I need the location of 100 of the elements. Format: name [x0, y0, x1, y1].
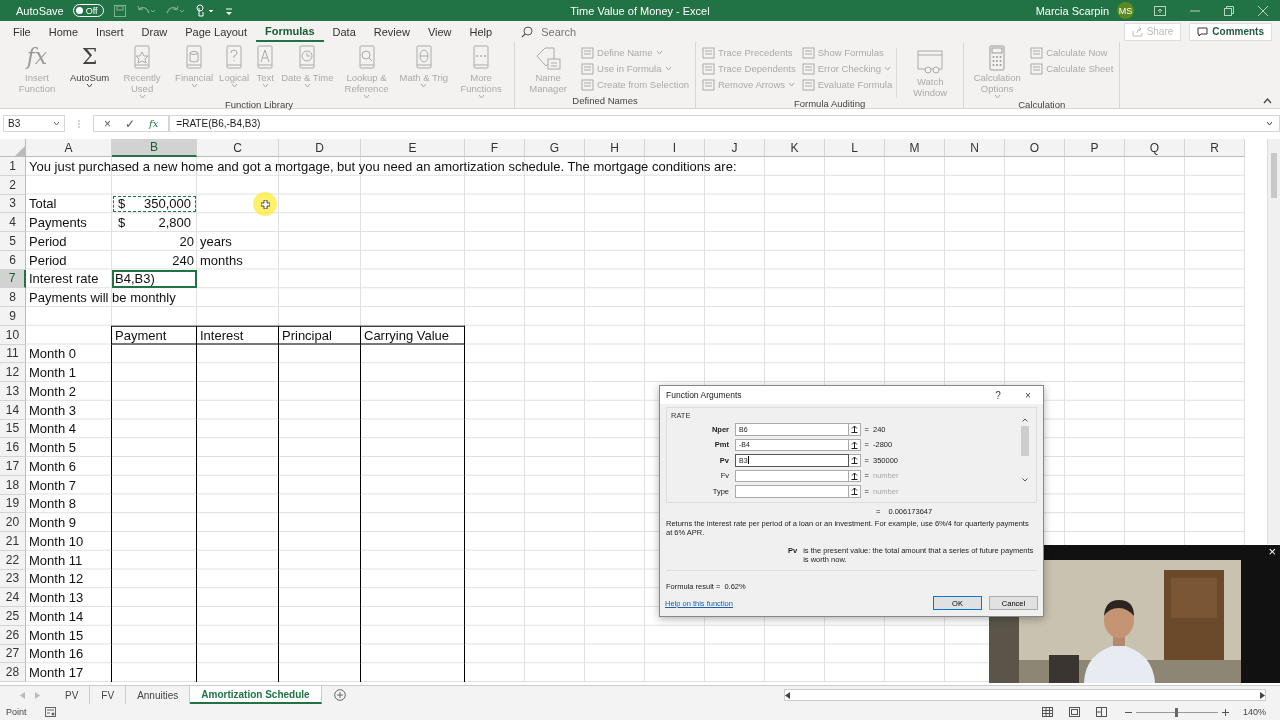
column-header[interactable]: R: [1185, 139, 1245, 157]
group-label: Defined Names: [571, 95, 639, 108]
cancel-button[interactable]: ×: [104, 116, 111, 131]
row-header[interactable]: 16: [0, 438, 26, 457]
sheet-cell-text: Month 11: [28, 551, 84, 570]
ribbon-tab[interactable]: View: [418, 21, 461, 42]
column-header[interactable]: E: [361, 139, 465, 157]
zoom-in-icon[interactable]: [1221, 708, 1229, 716]
close-video-button[interactable]: ×: [1268, 545, 1276, 559]
row-header[interactable]: 25: [0, 607, 26, 626]
collapse-dialog-icon[interactable]: [851, 440, 858, 449]
user-name[interactable]: Marcia Scarpin: [1035, 4, 1109, 17]
horizontal-scrollbar[interactable]: [784, 689, 1266, 701]
enter-button[interactable]: ✓: [125, 116, 135, 131]
comments-button[interactable]: Comments: [1189, 22, 1272, 41]
macro-record-icon[interactable]: [44, 707, 56, 717]
column-header[interactable]: H: [585, 139, 645, 157]
ribbon-command[interactable]: Σ AutoSum: [68, 44, 112, 88]
vertical-scrollbar[interactable]: [1267, 139, 1280, 544]
database-book-icon: [184, 44, 205, 72]
column-header[interactable]: P: [1065, 139, 1125, 157]
row-header[interactable]: 12: [0, 363, 26, 382]
row-header[interactable]: 20: [0, 513, 26, 532]
page-layout-view-icon[interactable]: [1068, 707, 1080, 717]
row-header[interactable]: 8: [0, 288, 26, 307]
page-break-view-icon[interactable]: [1095, 707, 1107, 717]
ribbon-tab[interactable]: File: [4, 21, 40, 42]
collapse-dialog-icon[interactable]: [851, 425, 858, 434]
sheet-cell-text: Month 8: [28, 495, 77, 514]
ribbon-tab[interactable]: Data: [323, 21, 365, 42]
column-header[interactable]: M: [885, 139, 945, 157]
ribbon-tab[interactable]: Formulas: [256, 21, 324, 42]
ribbon-tab[interactable]: Review: [364, 21, 419, 42]
column-header[interactable]: F: [465, 139, 525, 157]
collapse-ribbon-icon[interactable]: [1263, 98, 1272, 104]
ribbon-display-icon[interactable]: [1154, 5, 1166, 16]
row-header[interactable]: 4: [0, 213, 26, 232]
row-header[interactable]: 17: [0, 457, 26, 476]
column-header[interactable]: O: [1005, 139, 1065, 157]
sheet-cell-text: Interest: [199, 326, 245, 345]
scroll-up-icon[interactable]: [1022, 418, 1028, 422]
formula-field[interactable]: =RATE(B6,-B4,B3): [169, 115, 1280, 132]
column-header[interactable]: G: [525, 139, 585, 157]
ribbon-tab[interactable]: Home: [39, 21, 88, 42]
window-title: Time Value of Money - Excel: [570, 4, 710, 17]
close-icon[interactable]: [1258, 5, 1268, 16]
column-header[interactable]: D: [279, 139, 361, 157]
currency-symbol: $: [118, 215, 126, 231]
ribbon-tab[interactable]: Draw: [132, 21, 177, 42]
argument-field[interactable]: [735, 485, 849, 498]
row-header[interactable]: 24: [0, 588, 26, 607]
collapse-dialog-icon[interactable]: [851, 487, 858, 496]
command-icon: [1030, 62, 1044, 75]
close-button[interactable]: ×: [1013, 389, 1043, 401]
column-header[interactable]: N: [945, 139, 1005, 157]
column-header[interactable]: C: [197, 139, 279, 157]
collapse-dialog-icon[interactable]: [851, 471, 858, 480]
ribbon-tab[interactable]: Insert: [87, 21, 133, 42]
row-header[interactable]: 28: [0, 663, 26, 682]
star-book-icon: [132, 44, 153, 72]
sheet-cell-text: 240: [171, 251, 195, 270]
column-header[interactable]: L: [825, 139, 885, 157]
column-header[interactable]: K: [765, 139, 825, 157]
group-label: Function Library: [223, 99, 295, 110]
column-header[interactable]: Q: [1125, 139, 1185, 157]
argument-field[interactable]: [735, 469, 849, 482]
normal-view-icon[interactable]: [1041, 707, 1053, 717]
sheet-tab[interactable]: Amortization Schedule: [190, 686, 322, 704]
restore-icon[interactable]: [1224, 5, 1234, 16]
scroll-down-icon[interactable]: [1022, 478, 1028, 482]
user-avatar[interactable]: MS: [1117, 2, 1134, 19]
row-header[interactable]: 1: [0, 157, 26, 176]
name-box[interactable]: B3: [3, 115, 65, 132]
ribbon-tab[interactable]: Page Layout: [176, 21, 257, 42]
ribbon-tab[interactable]: Help: [460, 21, 502, 42]
zoom-level[interactable]: 140%: [1242, 707, 1266, 717]
column-header[interactable]: A: [26, 139, 112, 157]
sheet-cell-text: Month 7: [28, 476, 77, 495]
scroll-right-icon[interactable]: [1260, 691, 1265, 699]
row-header[interactable]: 9: [0, 307, 26, 326]
arguments-scrollbar[interactable]: [1020, 418, 1030, 482]
column-header[interactable]: I: [645, 139, 705, 157]
name-tag-icon: [534, 44, 563, 72]
add-sheet-icon[interactable]: [333, 689, 346, 701]
search-field[interactable]: Search: [539, 24, 604, 39]
column-header[interactable]: J: [705, 139, 765, 157]
drag-handle-icon[interactable]: [77, 118, 81, 129]
sheet-cell-text: Month 0: [28, 345, 77, 364]
help-button[interactable]: ?: [983, 389, 1013, 401]
customize-icon[interactable]: [224, 5, 233, 16]
collapse-dialog-icon[interactable]: [851, 456, 858, 465]
scroll-left-icon[interactable]: [785, 691, 790, 699]
row-header[interactable]: 5: [0, 232, 26, 251]
sheet-cell-text: Principal: [281, 326, 333, 345]
sheet-cell-text: Payments: [28, 214, 88, 232]
column-header[interactable]: B: [112, 139, 197, 157]
insert-function-button[interactable]: fx: [149, 118, 159, 129]
row-header[interactable]: 13: [0, 382, 26, 401]
row-header[interactable]: 21: [0, 532, 26, 551]
touch-mode-icon[interactable]: [193, 3, 216, 18]
